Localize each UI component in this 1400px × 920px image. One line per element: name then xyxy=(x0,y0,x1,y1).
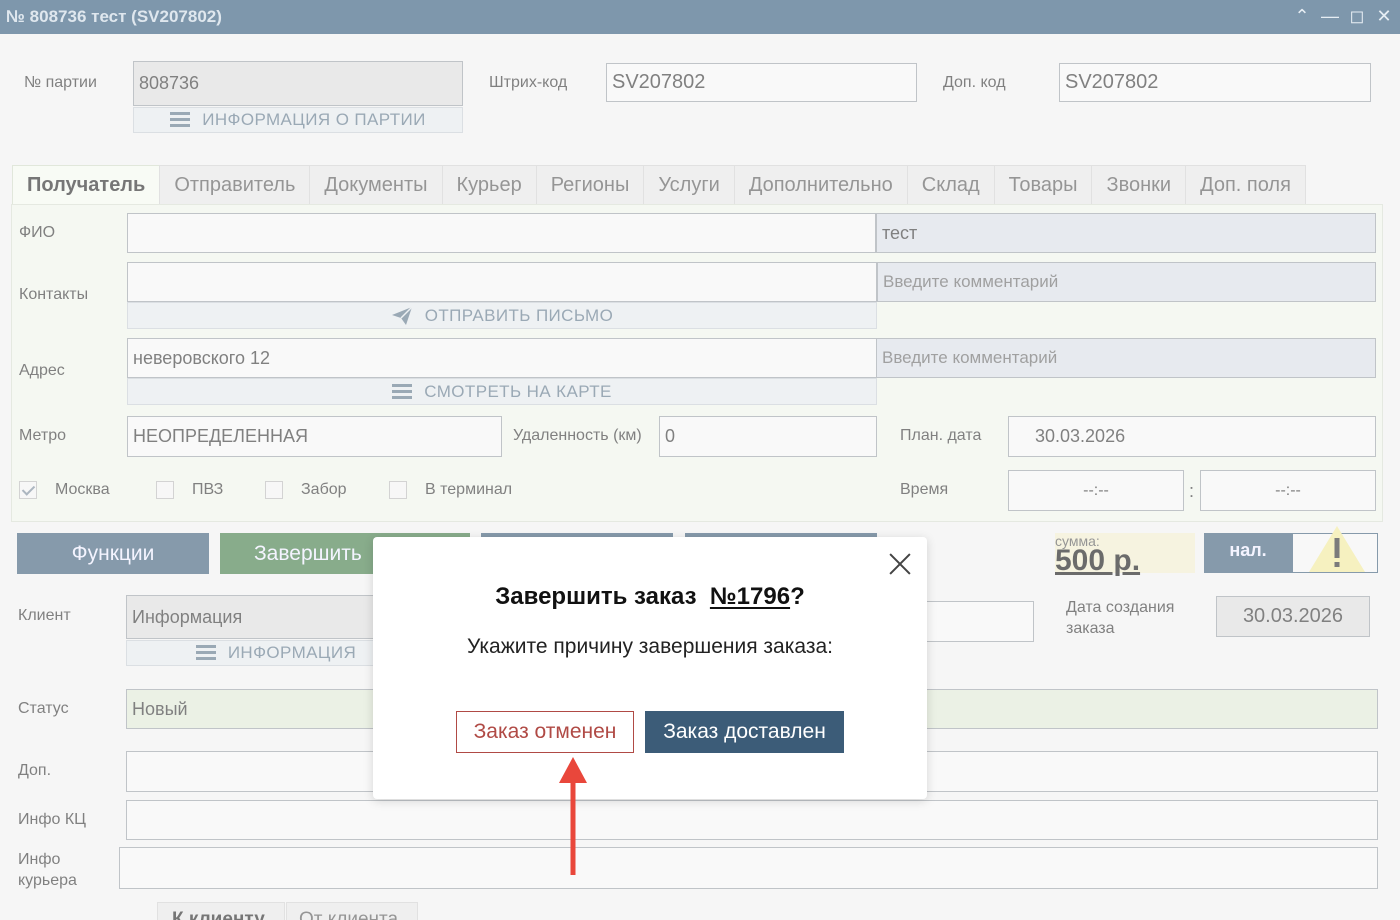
close-window-icon[interactable]: ✕ xyxy=(1372,4,1396,28)
close-icon[interactable] xyxy=(889,553,911,575)
maximize-icon[interactable]: ◻ xyxy=(1345,4,1369,28)
window-titlebar: № 808736 тест (SV207802) ⌃ — ◻ ✕ xyxy=(0,0,1400,34)
order-cancelled-button[interactable]: Заказ отменен xyxy=(456,711,634,753)
dialog-title-suffix: ? xyxy=(790,583,805,610)
dialog-title: Завершить заказ №1796? xyxy=(373,583,927,611)
dialog-title-text: Завершить заказ xyxy=(495,583,697,610)
complete-order-dialog: Завершить заказ №1796? Укажите причину з… xyxy=(373,537,927,799)
minimize-icon[interactable]: — xyxy=(1318,4,1342,28)
red-arrow-icon xyxy=(559,757,587,875)
collapse-icon[interactable]: ⌃ xyxy=(1290,4,1314,28)
order-number-link[interactable]: №1796 xyxy=(710,583,790,610)
order-delivered-button[interactable]: Заказ доставлен xyxy=(645,711,844,753)
dialog-subtitle: Укажите причину завершения заказа: xyxy=(467,635,833,658)
window-title: № 808736 тест (SV207802) xyxy=(6,7,222,26)
